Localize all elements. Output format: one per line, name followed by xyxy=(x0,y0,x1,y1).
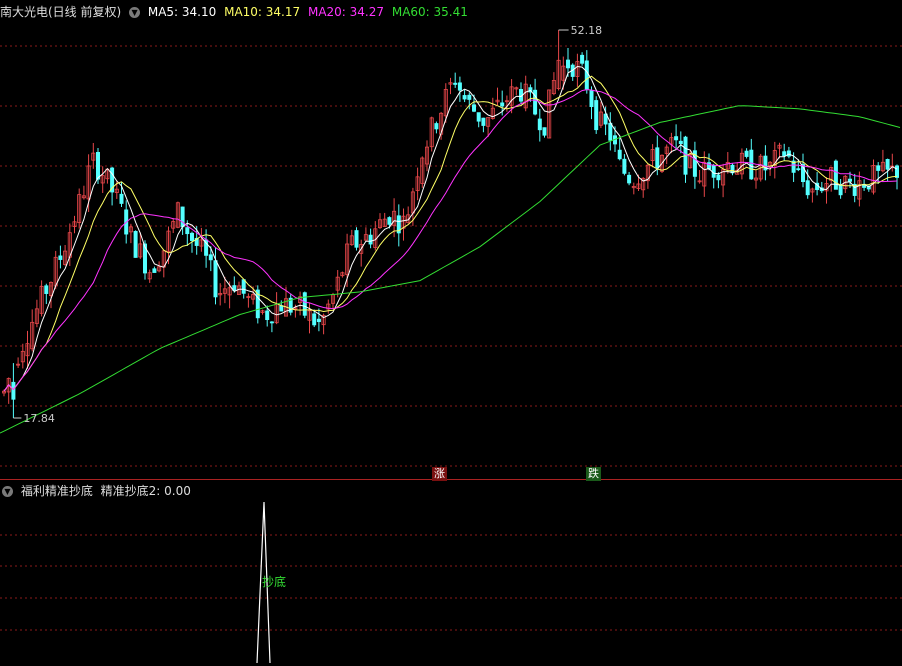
candle-body xyxy=(241,279,246,294)
candle-body xyxy=(462,95,467,100)
candle-body xyxy=(208,254,213,261)
candle-body xyxy=(368,234,373,245)
candle-body xyxy=(617,149,622,160)
candle-body xyxy=(434,123,439,130)
candle-body xyxy=(838,184,843,196)
main-header: 南大光电(日线 前复权) ▼ MA5: 34.10 MA10: 34.17 MA… xyxy=(0,3,472,21)
ma10-line xyxy=(3,75,898,392)
ma60-value: MA60: 35.41 xyxy=(391,5,468,19)
candle-body xyxy=(580,54,585,64)
ma5-value: MA5: 34.10 xyxy=(147,5,217,19)
candle-body xyxy=(453,82,458,85)
candle-body xyxy=(833,160,838,190)
ma20-value: MA20: 34.27 xyxy=(307,5,385,19)
candle-body xyxy=(96,151,101,180)
low-marker-label: 17.84 xyxy=(23,412,55,425)
stock-label: 南大光电(日线 前复权) xyxy=(0,5,122,19)
candle-body xyxy=(594,100,599,131)
kline-chart[interactable]: 52.18 17.84 抄底 xyxy=(0,0,902,666)
candle-body xyxy=(133,231,138,258)
candle-body xyxy=(622,158,627,174)
candle-body xyxy=(674,136,679,141)
indicator-value: 精准抄底2: 0.00 xyxy=(100,484,191,498)
candle-body xyxy=(11,381,16,400)
candle-body xyxy=(678,140,683,145)
candle-body xyxy=(269,321,274,324)
candle-body xyxy=(354,230,359,248)
rise-badge: 涨 xyxy=(432,467,447,481)
fall-badge: 跌 xyxy=(586,467,601,481)
candle-body xyxy=(58,255,63,260)
candle-body xyxy=(542,127,547,136)
candle-body xyxy=(467,94,472,100)
candle-body xyxy=(119,193,124,204)
high-marker-label: 52.18 xyxy=(571,24,603,37)
candle-body xyxy=(805,180,810,196)
candle-body xyxy=(500,102,505,107)
candle-body xyxy=(744,150,749,157)
candle-body xyxy=(655,147,660,169)
candle-body xyxy=(796,168,801,171)
candle-body xyxy=(265,310,270,321)
candle-body xyxy=(471,104,476,112)
candle-body xyxy=(589,90,594,108)
chevron-down-icon[interactable]: ▼ xyxy=(129,7,141,18)
candle-body xyxy=(566,59,571,69)
candle-body xyxy=(716,174,721,181)
candle-body xyxy=(537,118,542,131)
candle-body xyxy=(608,122,613,141)
candle-body xyxy=(782,151,787,157)
candle-body xyxy=(185,227,190,235)
chevron-down-icon[interactable]: ▼ xyxy=(2,486,13,497)
candle-body xyxy=(476,112,481,122)
candle-body xyxy=(387,217,392,225)
candle-body xyxy=(44,285,49,294)
candle-body xyxy=(848,178,853,182)
ma5-line xyxy=(3,65,898,392)
candle-body xyxy=(749,149,754,180)
ma10-value: MA10: 34.17 xyxy=(224,5,301,19)
candle-body xyxy=(627,174,632,184)
indicator-name: 福利精准抄底 xyxy=(20,484,93,498)
candle-body xyxy=(895,165,900,178)
candle-body xyxy=(180,206,185,228)
candle-body xyxy=(316,318,321,323)
candle-body xyxy=(152,268,157,273)
candle-body xyxy=(457,82,462,91)
signal-label: 抄底 xyxy=(262,574,286,589)
candle-body xyxy=(189,232,194,241)
candle-body xyxy=(302,292,307,316)
candle-body xyxy=(481,117,486,126)
candle-body xyxy=(312,313,317,326)
candle-body xyxy=(584,60,589,90)
candle-body xyxy=(876,165,881,171)
indicator-header: ▼ 福利精准抄底 精准抄底2: 0.00 xyxy=(0,482,195,500)
candle-body xyxy=(213,260,218,298)
candle-body xyxy=(885,159,890,170)
